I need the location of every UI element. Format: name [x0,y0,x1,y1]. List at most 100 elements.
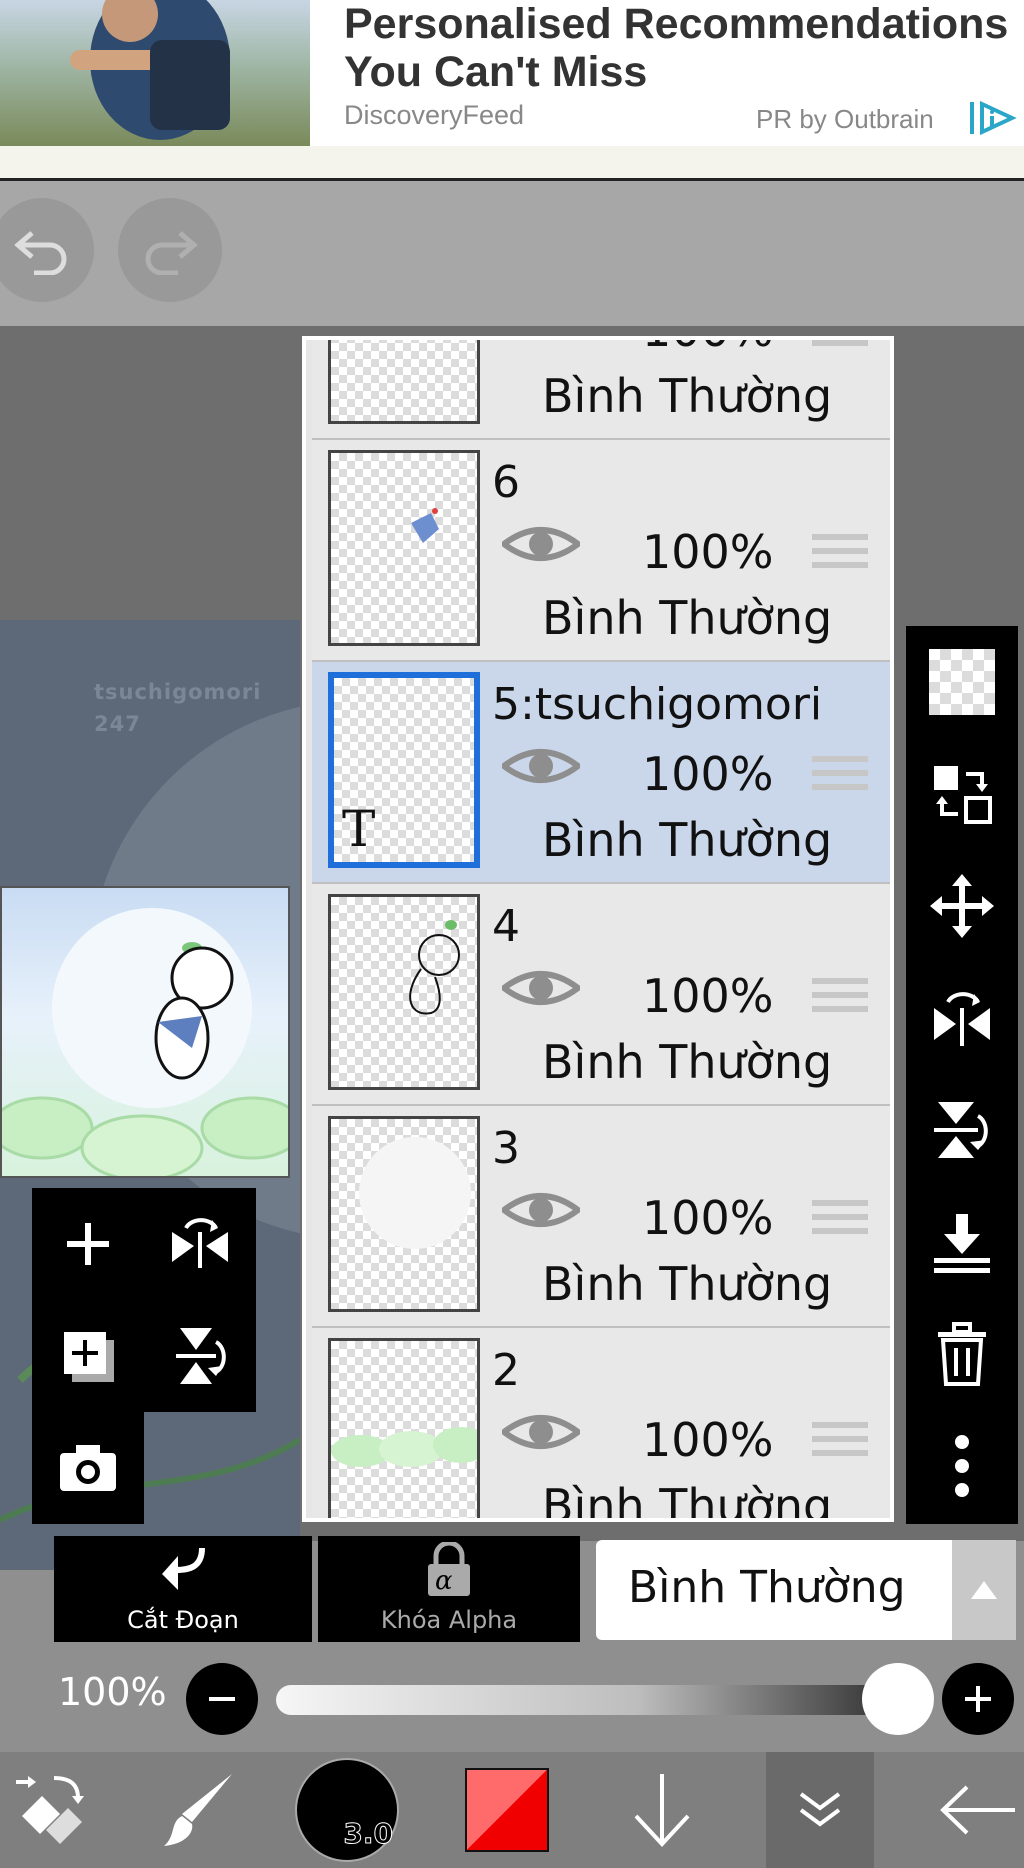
visibility-toggle[interactable] [499,522,583,570]
blend-mode-value: Bình Thường [628,1562,906,1613]
layer-thumbnail[interactable]: T [328,672,480,868]
layer-down-button[interactable] [612,1752,712,1868]
swap-layer-button[interactable] [906,738,1018,850]
flip-horizontal-button[interactable] [144,1188,256,1300]
layer-name: 6 [492,457,520,508]
visibility-toggle[interactable] [502,340,580,348]
drag-handle-icon[interactable] [812,1200,868,1242]
layer-name: 4 [492,901,520,952]
layer-name: 2 [492,1345,520,1396]
opacity-slider[interactable] [276,1685,934,1715]
back-button[interactable] [930,1752,1024,1868]
layer-thumbnail[interactable] [328,894,480,1090]
drag-handle-icon[interactable] [812,534,868,576]
layer-opacity: 100% [642,525,774,579]
canvas-watermark: tsuchigomori 247 [94,676,261,740]
watermark-line2: 247 [94,712,141,736]
plus-icon [965,1686,991,1712]
visibility-toggle[interactable] [499,1410,583,1458]
ad-pr-label[interactable]: PR by Outbrain [756,104,934,135]
redo-icon [145,231,198,275]
plus-icon [67,1223,109,1265]
ad-banner[interactable]: Personalised Recommendations You Can't M… [0,0,1024,181]
transparency-button[interactable] [906,626,1018,738]
brush-icon [164,1774,232,1846]
duplicate-layer-icon [64,1332,114,1382]
layer-row[interactable]: 3 100% Bình Thường [312,1106,890,1329]
import-photo-button[interactable] [32,1412,144,1524]
layer-panel[interactable]: 100% Bình Thường 6 100% Bình Thường T 5:… [302,336,894,1522]
visibility-toggle[interactable] [499,966,583,1014]
merge-down-button[interactable] [906,1186,1018,1298]
eye-icon [499,527,583,561]
layer-blend-mode: Bình Thường [542,369,833,423]
top-toolbar [0,181,1024,326]
canvas-preview[interactable] [0,886,290,1178]
drag-handle-icon[interactable] [812,756,868,798]
flip-vertical-icon [934,1102,988,1158]
flip-layer-horizontal-button[interactable] [906,962,1018,1074]
brush-size-button[interactable]: 3.0 [292,1752,402,1868]
layer-row[interactable]: 2 100% Bình Thường [312,1328,890,1522]
ad-strip [0,146,1024,178]
caret-up-icon [971,1581,997,1599]
checkerboard-icon [929,649,995,715]
opacity-decrease-button[interactable] [186,1663,258,1735]
layer-thumbnail[interactable] [328,1116,480,1312]
layer-thumbnail[interactable] [328,1338,480,1518]
layer-thumbnail[interactable] [328,450,480,646]
move-icon [930,874,994,938]
delete-layer-button[interactable] [906,1298,1018,1410]
add-layer-button[interactable] [32,1188,144,1300]
visibility-toggle[interactable] [499,744,583,792]
blend-mode-dropdown[interactable] [952,1540,1016,1640]
double-chevron-down-icon [799,1792,841,1827]
opacity-increase-button[interactable] [942,1663,1014,1735]
merge-down-icon [934,1214,990,1273]
add-layer-copy-button[interactable] [32,1300,144,1412]
move-layer-button[interactable] [906,850,1018,962]
swap-layers-icon [934,766,992,824]
ad-title-line2[interactable]: You Can't Miss [344,48,1024,96]
layer-row[interactable]: 100% Bình Thường [312,340,890,441]
color-swatch [465,1768,549,1852]
layer-blend-mode: Bình Thường [542,813,833,867]
transform-tool-button[interactable] [0,1752,100,1868]
arrow-left-icon [940,1785,1015,1835]
drag-handle-icon[interactable] [812,978,868,1020]
undo-button[interactable] [0,198,94,302]
flip-vertical-button[interactable] [144,1300,256,1412]
drag-handle-icon[interactable] [812,1422,868,1464]
layer-row[interactable]: 6 100% Bình Thường [312,440,890,663]
more-options-button[interactable] [906,1410,1018,1522]
layer-opacity: 100% [642,1413,774,1467]
brush-size-value: 3.0 [343,1817,394,1851]
ad-title-line1[interactable]: Personalised Recommendations [344,0,1024,48]
layers-panel-button[interactable] [766,1752,874,1868]
drag-handle-icon[interactable] [812,340,868,354]
ad-image[interactable] [0,0,310,146]
opacity-slider-handle[interactable] [862,1663,934,1735]
opacity-value: 100% [58,1670,167,1714]
layer-tool-palette [32,1188,256,1412]
visibility-toggle[interactable] [499,1188,583,1236]
layer-thumbnail[interactable] [328,340,480,424]
eye-icon [499,1193,583,1227]
layer-opacity: 100% [642,969,774,1023]
flip-layer-vertical-button[interactable] [906,1074,1018,1186]
blend-mode-select[interactable]: Bình Thường [596,1540,1016,1640]
clipping-button[interactable]: Cắt Đoạn [54,1536,312,1642]
layer-blend-mode: Bình Thường [542,1035,833,1089]
adchoices-icon[interactable] [968,100,1018,136]
layer-row-selected[interactable]: T 5:tsuchigomori 100% Bình Thường [312,662,890,885]
ad-title[interactable]: Personalised Recommendations You Can't M… [344,0,1024,96]
brush-size-circle: 3.0 [295,1758,399,1862]
redo-button[interactable] [118,198,222,302]
flip-vertical-icon [176,1328,226,1384]
layer-row[interactable]: 4 100% Bình Thường [312,884,890,1107]
layer-blend-mode: Bình Thường [542,1479,833,1522]
brush-tool-button[interactable] [150,1752,250,1868]
eraser-swap-icon [16,1776,84,1844]
color-picker-button[interactable] [462,1752,552,1868]
alpha-lock-button[interactable]: α Khóa Alpha [318,1536,580,1642]
